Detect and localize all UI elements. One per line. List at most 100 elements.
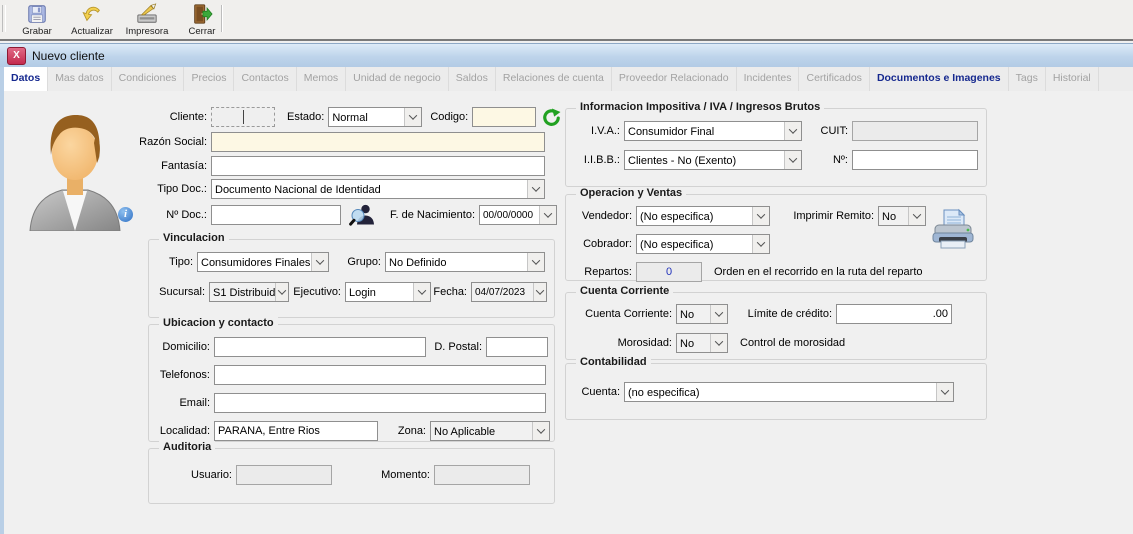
tab-mas-datos[interactable]: Mas datos bbox=[48, 67, 111, 91]
cobrador-select[interactable]: (No especifica) bbox=[636, 234, 770, 254]
nro-doc-input[interactable] bbox=[211, 205, 341, 225]
floppy-disk-icon bbox=[26, 3, 48, 25]
tab-memos[interactable]: Memos bbox=[297, 67, 346, 91]
vinculacion-title: Vinculacion bbox=[159, 232, 229, 244]
operacion-title: Operacion y Ventas bbox=[576, 187, 686, 199]
imprimir-remito-label: Imprimir Remito: bbox=[786, 210, 874, 222]
chevron-down-icon bbox=[752, 235, 769, 253]
localidad-label: Localidad: bbox=[157, 425, 210, 437]
child-window-titlebar[interactable]: X Nuevo cliente bbox=[0, 43, 1133, 67]
window-red-x-icon: X bbox=[7, 47, 26, 65]
tab-certificados[interactable]: Certificados bbox=[799, 67, 869, 91]
tab-saldos[interactable]: Saldos bbox=[449, 67, 496, 91]
operacion-group: Operacion y Ventas Vendedor: (No especif… bbox=[565, 194, 987, 281]
morosidad-value: No bbox=[677, 337, 710, 350]
tab-condiciones[interactable]: Condiciones bbox=[112, 67, 185, 91]
email-input[interactable] bbox=[214, 393, 546, 413]
cuenta-label: Cuenta: bbox=[574, 386, 620, 398]
grabar-button[interactable]: Grabar bbox=[10, 0, 64, 39]
codigo-input[interactable] bbox=[472, 107, 536, 127]
auditoria-group: Auditoria Usuario: Momento: bbox=[148, 448, 555, 504]
grabar-label: Grabar bbox=[22, 26, 52, 37]
f-nacimiento-select[interactable]: 00/00/0000 bbox=[479, 205, 557, 225]
localidad-input[interactable] bbox=[214, 421, 378, 441]
iva-select[interactable]: Consumidor Final bbox=[624, 121, 802, 141]
usuario-input bbox=[236, 465, 332, 485]
grupo-value: No Definido bbox=[386, 256, 527, 269]
refresh-code-icon[interactable] bbox=[542, 108, 561, 127]
chevron-down-icon bbox=[710, 334, 727, 352]
iibb-nro-label: Nº: bbox=[810, 154, 848, 166]
person-search-icon[interactable] bbox=[349, 203, 375, 226]
tab-documentos-e-imagenes[interactable]: Documentos e Imagenes bbox=[870, 67, 1009, 91]
cc-select[interactable]: No bbox=[676, 304, 728, 324]
impresora-button[interactable]: Impresora bbox=[120, 0, 174, 39]
chevron-down-icon bbox=[539, 206, 556, 224]
momento-label: Momento: bbox=[348, 469, 430, 481]
tipo-doc-select[interactable]: Documento Nacional de Identidad bbox=[211, 179, 545, 199]
domicilio-input[interactable] bbox=[214, 337, 426, 357]
grupo-select[interactable]: No Definido bbox=[385, 252, 545, 272]
tab-precios[interactable]: Precios bbox=[184, 67, 234, 91]
fantasia-label: Fantasía: bbox=[60, 160, 207, 172]
iibb-nro-input[interactable] bbox=[852, 150, 978, 170]
tab-historial[interactable]: Historial bbox=[1046, 67, 1099, 91]
estado-label: Estado: bbox=[287, 111, 324, 123]
ejecutivo-select[interactable]: Login bbox=[345, 282, 431, 302]
telefonos-label: Telefonos: bbox=[157, 369, 210, 381]
dpostal-input[interactable] bbox=[486, 337, 548, 357]
imprimir-remito-select[interactable]: No bbox=[878, 206, 926, 226]
contabilidad-group: Contabilidad Cuenta: (no especifica) bbox=[565, 363, 987, 420]
cuenta-select[interactable]: (no especifica) bbox=[624, 382, 954, 402]
chevron-down-icon bbox=[275, 283, 288, 301]
tab-relaciones-de-cuenta[interactable]: Relaciones de cuenta bbox=[496, 67, 612, 91]
printer-pencil-icon bbox=[136, 3, 158, 25]
telefonos-input[interactable] bbox=[214, 365, 546, 385]
repartos-input[interactable] bbox=[636, 262, 702, 282]
limite-credito-input[interactable] bbox=[836, 304, 952, 324]
actualizar-label: Actualizar bbox=[71, 26, 113, 37]
tipo-select[interactable]: Consumidores Finales bbox=[197, 252, 329, 272]
refresh-arrow-icon bbox=[81, 3, 103, 25]
tipo-doc-label: Tipo Doc.: bbox=[60, 183, 207, 195]
razon-social-input[interactable] bbox=[211, 132, 545, 152]
tab-proveedor-relacionado[interactable]: Proveedor Relacionado bbox=[612, 67, 737, 91]
tab-datos[interactable]: Datos bbox=[4, 67, 48, 91]
actualizar-button[interactable]: Actualizar bbox=[65, 0, 119, 39]
morosidad-select[interactable]: No bbox=[676, 333, 728, 353]
vendedor-select[interactable]: (No especifica) bbox=[636, 206, 770, 226]
iibb-select[interactable]: Clientes - No (Exento) bbox=[624, 150, 802, 170]
estado-value: Normal bbox=[329, 111, 404, 124]
chevron-down-icon bbox=[413, 283, 430, 301]
iibb-label: I.I.B.B.: bbox=[574, 154, 620, 166]
ubicacion-group: Ubicacion y contacto Domicilio: D. Posta… bbox=[148, 324, 555, 442]
tab-tags[interactable]: Tags bbox=[1009, 67, 1046, 91]
ubicacion-title: Ubicacion y contacto bbox=[159, 317, 278, 329]
estado-select[interactable]: Normal bbox=[328, 107, 422, 127]
cc-label: Cuenta Corriente: bbox=[574, 308, 672, 320]
window-title: Nuevo cliente bbox=[32, 49, 105, 63]
tab-incidentes[interactable]: Incidentes bbox=[737, 67, 800, 91]
zona-label: Zona: bbox=[384, 425, 426, 437]
impositiva-title: Informacion Impositiva / IVA / Ingresos … bbox=[576, 101, 824, 113]
repartos-hint: Orden en el recorrido en la ruta del rep… bbox=[714, 266, 923, 278]
sucursal-select[interactable]: S1 Distribuidor bbox=[209, 282, 289, 302]
app-window: Grabar Actualizar Impresora Cerrar X Nue… bbox=[0, 0, 1133, 534]
nro-doc-label: Nº Doc.: bbox=[60, 209, 207, 221]
email-label: Email: bbox=[157, 397, 210, 409]
fantasia-input[interactable] bbox=[211, 156, 545, 176]
morosidad-hint: Control de morosidad bbox=[740, 337, 845, 349]
fecha-select[interactable]: 04/07/2023 bbox=[471, 282, 547, 302]
toolbar-grip[interactable] bbox=[2, 5, 6, 32]
vendedor-value: (No especifica) bbox=[637, 210, 752, 223]
zona-select[interactable]: No Aplicable bbox=[430, 421, 550, 441]
print-client-icon[interactable] bbox=[930, 208, 976, 252]
chevron-down-icon bbox=[527, 180, 544, 198]
chevron-down-icon bbox=[752, 207, 769, 225]
tab-unidad-de-negocio[interactable]: Unidad de negocio bbox=[346, 67, 449, 91]
tipo-value: Consumidores Finales bbox=[198, 256, 311, 269]
repartos-label: Repartos: bbox=[574, 266, 632, 278]
cuenta-corriente-group: Cuenta Corriente Cuenta Corriente: No Lí… bbox=[565, 292, 987, 360]
sucursal-label: Sucursal: bbox=[157, 286, 205, 298]
tab-contactos[interactable]: Contactos bbox=[234, 67, 296, 91]
